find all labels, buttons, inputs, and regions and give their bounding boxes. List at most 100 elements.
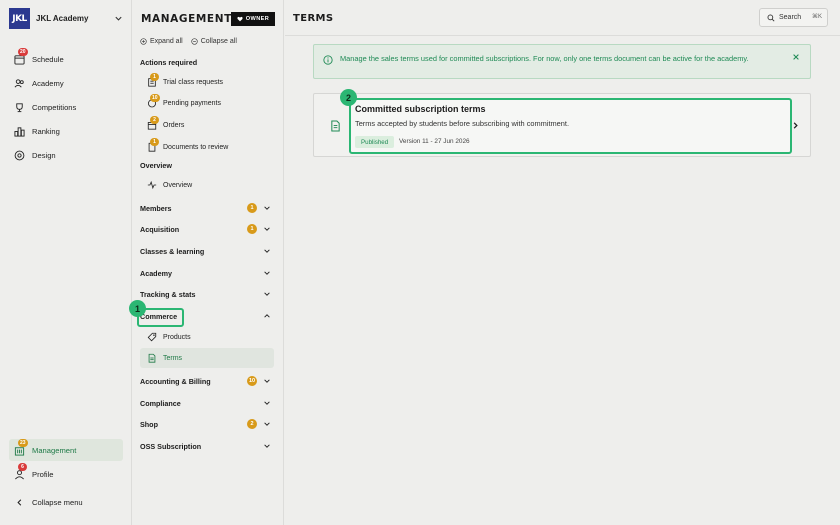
chevron-down-icon xyxy=(264,249,270,253)
building-icon: 23 xyxy=(13,439,28,456)
management-nav: MANAGEMENT OWNER Expand all Collapse all… xyxy=(132,0,284,525)
group-members[interactable]: Members 1 xyxy=(140,199,274,217)
group-classes-learning[interactable]: Classes & learning xyxy=(140,242,274,260)
palette-icon xyxy=(13,149,25,161)
owner-label: OWNER xyxy=(245,16,270,22)
nav-label: Schedule xyxy=(32,54,64,64)
alert-message: Manage the sales terms used for committe… xyxy=(340,54,749,63)
collapse-all-button[interactable]: Collapse all xyxy=(191,38,237,45)
group-compliance[interactable]: Compliance xyxy=(140,394,274,412)
nav-item-management[interactable]: 23 Management xyxy=(9,439,123,461)
collapse-icon xyxy=(191,38,198,45)
group-shop[interactable]: Shop 2 xyxy=(140,415,274,433)
action-label: Pending payments xyxy=(163,99,221,107)
info-icon xyxy=(323,55,333,65)
org-name: JKL Academy xyxy=(36,14,89,23)
group-label: Acquisition xyxy=(140,224,180,234)
terms-description: Terms accepted by students before subscr… xyxy=(355,119,570,128)
nav-item-ranking[interactable]: Ranking xyxy=(9,120,123,142)
owner-badge: OWNER xyxy=(231,12,275,26)
chevron-down-icon xyxy=(264,292,270,296)
chevron-right-icon[interactable] xyxy=(791,121,800,130)
step-marker-1: 1 xyxy=(129,300,146,317)
document-icon: 1 xyxy=(146,137,159,153)
expand-icon xyxy=(140,38,147,45)
close-icon[interactable] xyxy=(792,53,800,61)
management-badge: 23 xyxy=(18,439,28,447)
nav-label: Profile xyxy=(32,469,54,479)
section-title: MANAGEMENT xyxy=(141,13,232,25)
group-badge: 1 xyxy=(247,203,257,213)
search-label: Search xyxy=(779,14,802,21)
clipboard-icon: 1 xyxy=(146,72,159,88)
actions-required-heading: Actions required xyxy=(140,58,198,67)
document-icon xyxy=(331,120,340,132)
nav-label: Collapse menu xyxy=(32,497,83,507)
page-title: TERMS xyxy=(293,13,334,24)
collapse-all-label: Collapse all xyxy=(200,38,237,45)
group-acquisition[interactable]: Acquisition 1 xyxy=(140,220,274,238)
group-badge: 10 xyxy=(247,376,257,386)
action-orders[interactable]: 2 Orders xyxy=(146,115,274,134)
action-pending-payments[interactable]: 10 Pending payments xyxy=(146,93,274,112)
nav-label: Management xyxy=(32,445,77,455)
overview-label: Overview xyxy=(163,181,193,189)
search-icon xyxy=(767,14,775,22)
nav-item-academy[interactable]: Academy xyxy=(9,72,123,94)
action-documents-to-review[interactable]: 1 Documents to review xyxy=(146,137,274,156)
group-label: Compliance xyxy=(140,398,181,408)
commerce-products[interactable]: Products xyxy=(140,327,274,347)
schedule-badge: 20 xyxy=(18,48,28,56)
commerce-item-label: Products xyxy=(163,333,191,341)
overview-heading: Overview xyxy=(140,161,172,170)
coin-icon: 10 xyxy=(146,93,160,109)
chevron-down-icon xyxy=(264,422,270,426)
nav-item-design[interactable]: Design xyxy=(9,144,123,166)
commerce-item-label: Terms xyxy=(163,354,183,362)
group-label: Classes & learning xyxy=(140,246,205,256)
group-academy[interactable]: Academy xyxy=(140,264,274,282)
group-badge: 2 xyxy=(247,419,257,429)
action-badge: 1 xyxy=(150,137,159,146)
document-icon xyxy=(146,353,157,364)
top-bar: TERMS Search ⌘K xyxy=(285,0,840,36)
chevron-down-icon xyxy=(264,444,270,448)
expand-all-button[interactable]: Expand all xyxy=(140,38,183,45)
group-badge: 1 xyxy=(247,224,257,234)
nav-label: Design xyxy=(32,150,56,160)
nav-item-competitions[interactable]: Competitions xyxy=(9,96,123,118)
nav-item-profile[interactable]: 6 Profile xyxy=(9,463,123,485)
group-oss-subscription[interactable]: OSS Subscription xyxy=(140,437,274,455)
terms-version: Version 11 - 27 Jun 2026 xyxy=(399,138,470,145)
org-switcher[interactable]: JKL JKL Academy xyxy=(9,8,127,29)
commerce-terms[interactable]: Terms xyxy=(140,348,274,368)
expand-all-label: Expand all xyxy=(150,38,183,45)
overview-link[interactable]: Overview xyxy=(146,176,274,194)
info-alert: Manage the sales terms used for committe… xyxy=(313,44,811,79)
nav-label: Competitions xyxy=(32,102,77,112)
nav-item-schedule[interactable]: 20 Schedule xyxy=(9,48,123,70)
group-tracking-stats[interactable]: Tracking & stats xyxy=(140,285,274,303)
group-accounting-billing[interactable]: Accounting & Billing 10 xyxy=(140,372,274,390)
status-badge: Published xyxy=(355,136,395,148)
podium-icon xyxy=(13,125,25,137)
search-button[interactable]: Search ⌘K xyxy=(759,8,828,27)
action-trial-class-requests[interactable]: 1 Trial class requests xyxy=(146,72,274,91)
nav-label: Ranking xyxy=(32,126,60,136)
collapse-menu-button[interactable]: Collapse menu xyxy=(9,491,123,513)
tag-icon xyxy=(146,332,157,343)
action-badge: 1 xyxy=(150,72,159,81)
group-label: Academy xyxy=(140,268,172,278)
calendar-icon: 20 xyxy=(13,48,28,65)
action-label: Orders xyxy=(163,121,185,129)
terms-card[interactable]: Committed subscription terms Terms accep… xyxy=(313,93,811,157)
terms-card-details[interactable]: Committed subscription terms Terms accep… xyxy=(349,98,792,154)
chevron-down-icon xyxy=(264,401,270,405)
chevron-down-icon xyxy=(264,379,270,383)
chevron-down-icon xyxy=(264,206,270,210)
terms-title: Committed subscription terms xyxy=(355,104,486,114)
chevron-down-icon xyxy=(264,227,270,231)
action-badge: 2 xyxy=(150,115,159,124)
users-icon xyxy=(13,77,25,89)
chevron-down-icon xyxy=(264,271,270,275)
